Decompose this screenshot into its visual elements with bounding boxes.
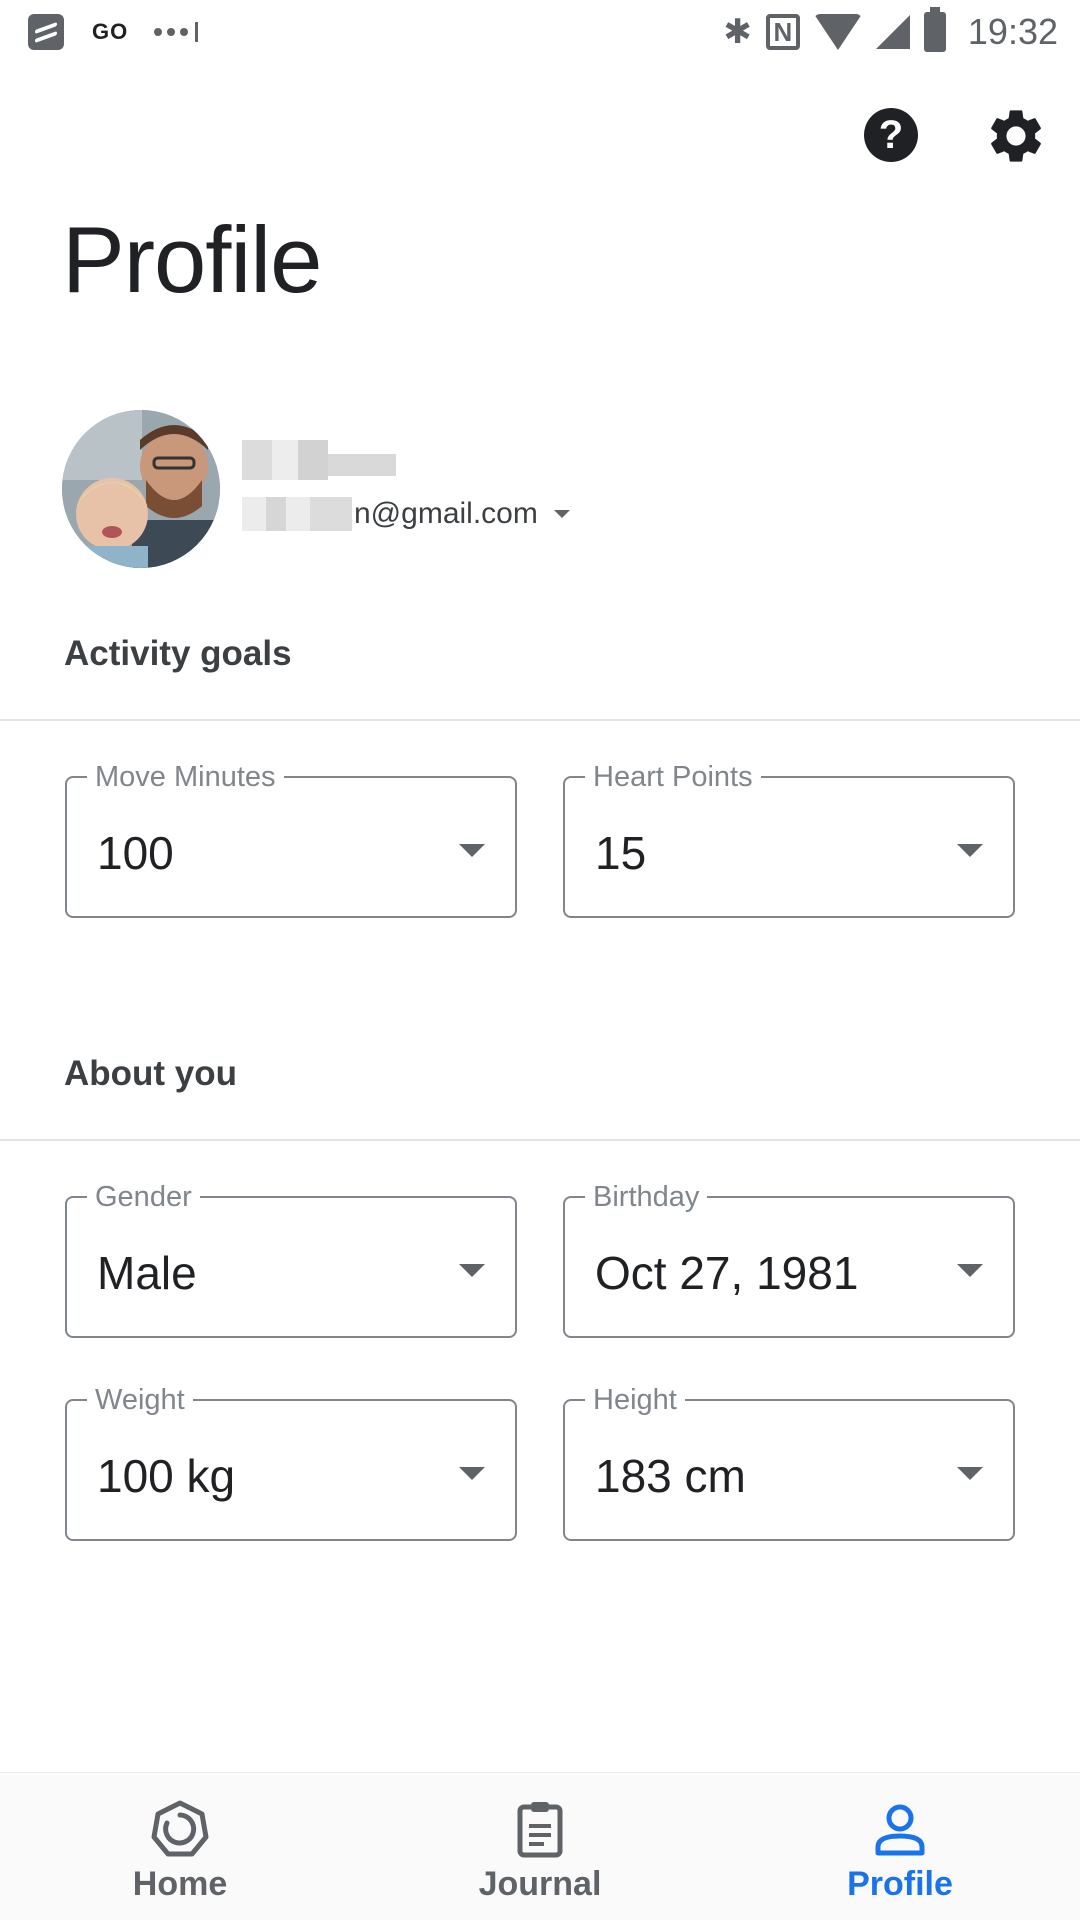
- birthday-dropdown[interactable]: Birthday Oct 27, 1981: [563, 1180, 1015, 1338]
- nav-item-journal[interactable]: Journal: [360, 1773, 720, 1920]
- gear-icon[interactable]: [984, 104, 1048, 168]
- heart-points-value: 15: [595, 827, 647, 879]
- about-you-heading: About you: [64, 1054, 238, 1093]
- heart-points-dropdown[interactable]: Heart Points 15: [563, 760, 1015, 918]
- dropdown-arrow-icon: [459, 1467, 485, 1480]
- weight-value: 100 kg: [97, 1450, 236, 1502]
- account-switcher[interactable]: n@gmail.com: [242, 494, 570, 534]
- more-notifications-icon: [154, 22, 199, 42]
- chevron-down-icon: [553, 510, 570, 518]
- notification-app-icon: [28, 14, 64, 50]
- journal-icon: [517, 1802, 563, 1858]
- battery-icon: [923, 7, 946, 52]
- bottom-navigation: Home Journal Profile: [0, 1772, 1080, 1920]
- move-minutes-dropdown[interactable]: Move Minutes 100: [65, 760, 517, 918]
- nfc-icon: N: [765, 14, 800, 50]
- weight-label: Weight: [87, 1383, 193, 1417]
- email-redacted: [242, 497, 352, 531]
- bluetooth-icon: ✱: [723, 13, 752, 51]
- avatar-photo: [62, 410, 220, 568]
- nav-label-journal: Journal: [478, 1865, 602, 1903]
- wifi-icon: [813, 14, 862, 50]
- move-minutes-value: 100: [97, 827, 174, 879]
- nav-item-profile[interactable]: Profile: [720, 1773, 1080, 1920]
- dropdown-arrow-icon: [957, 1264, 983, 1277]
- dropdown-arrow-icon: [957, 1467, 983, 1480]
- weight-dropdown[interactable]: Weight 100 kg: [65, 1383, 517, 1541]
- nav-label-profile: Profile: [847, 1865, 953, 1903]
- clock: 19:32: [967, 11, 1058, 52]
- dropdown-arrow-icon: [459, 844, 485, 857]
- profile-icon: [875, 1804, 925, 1856]
- help-icon[interactable]: ?: [864, 108, 918, 162]
- gender-label: Gender: [87, 1180, 200, 1214]
- height-label: Height: [585, 1383, 685, 1417]
- activity-goals-heading: Activity goals: [64, 634, 292, 673]
- carrier-label: GO: [92, 19, 129, 44]
- dropdown-arrow-icon: [459, 1264, 485, 1277]
- height-dropdown[interactable]: Height 183 cm: [563, 1383, 1015, 1541]
- nav-item-home[interactable]: Home: [0, 1773, 360, 1920]
- birthday-label: Birthday: [585, 1180, 708, 1214]
- avatar[interactable]: [62, 410, 220, 568]
- dropdown-arrow-icon: [957, 844, 983, 857]
- birthday-value: Oct 27, 1981: [595, 1247, 859, 1299]
- divider: [0, 719, 1080, 721]
- height-value: 183 cm: [595, 1450, 746, 1502]
- move-minutes-label: Move Minutes: [87, 760, 284, 794]
- status-bar: GO ✱ N 19:32: [0, 0, 1080, 64]
- home-ring-icon: [151, 1800, 209, 1857]
- cell-signal-icon: [875, 15, 910, 49]
- divider: [0, 1139, 1080, 1141]
- nav-label-home: Home: [132, 1865, 228, 1903]
- gender-value: Male: [97, 1247, 197, 1299]
- gender-dropdown[interactable]: Gender Male: [65, 1180, 517, 1338]
- account-name-redacted: [242, 440, 396, 480]
- account-email: n@gmail.com: [354, 497, 538, 530]
- heart-points-label: Heart Points: [585, 760, 761, 794]
- page-title: Profile: [62, 207, 322, 312]
